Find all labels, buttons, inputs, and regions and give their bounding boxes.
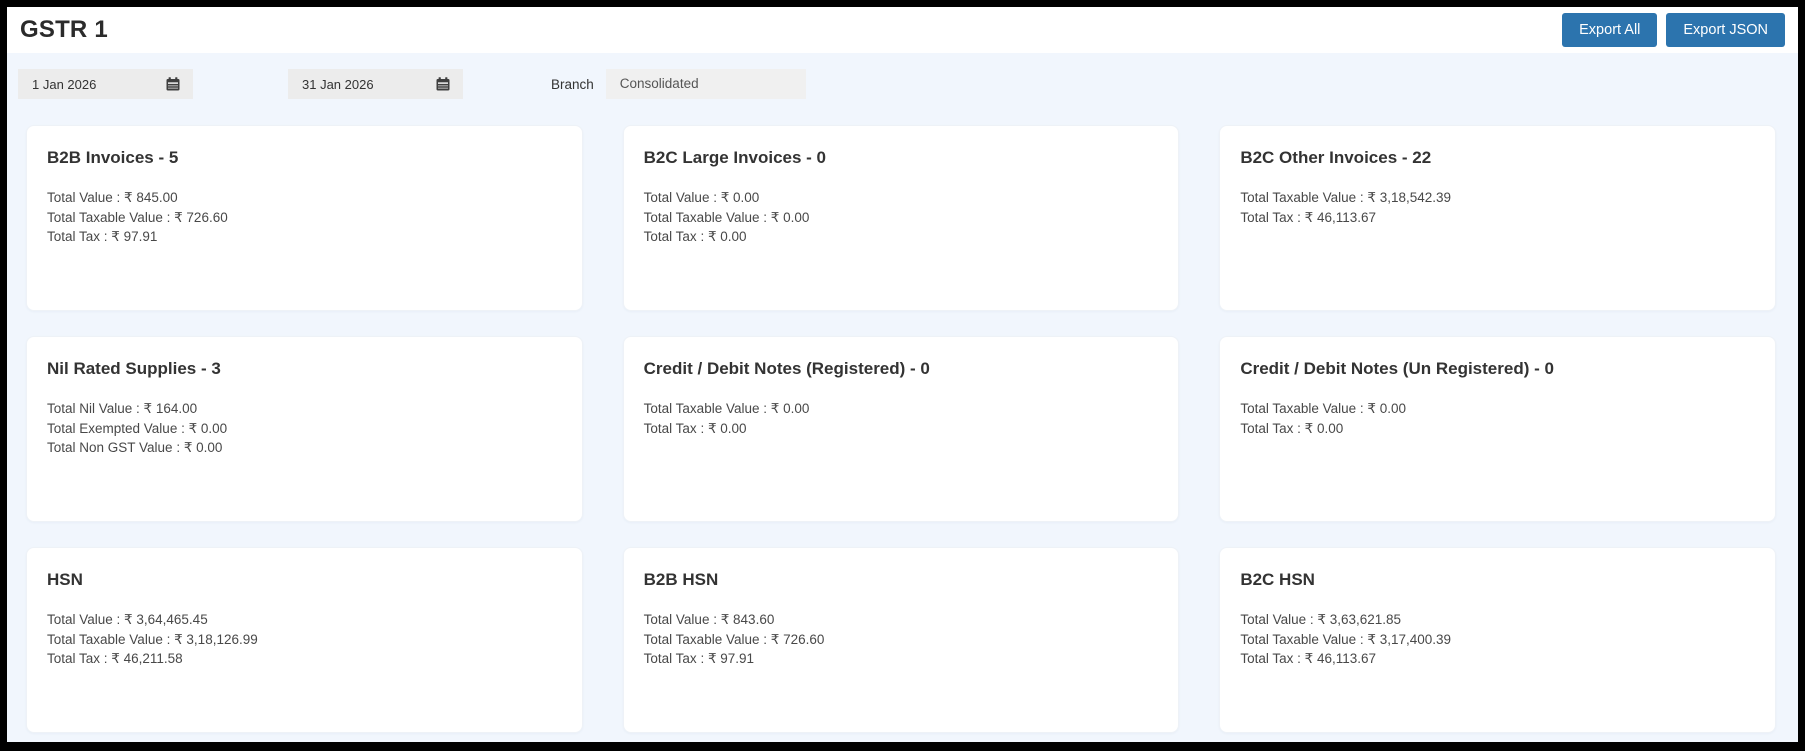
card-line: Total Taxable Value : ₹ 0.00 [643,209,810,225]
card-line: Total Taxable Value : ₹ 0.00 [1240,401,1407,416]
card-title: B2C HSN [1240,570,1315,589]
card-lines: Total Value : ₹ 0.00 Total Taxable Value … [644,188,1159,247]
card-line: Total Tax : ₹ 46,211.58 [47,651,183,667]
filter-bar: 1 Jan 2026 31 Jan 2026 Branch Consolidat… [7,53,1798,99]
card-line: Total Tax : ₹ 97.91 [47,229,158,245]
card-line: Total Taxable Value : ₹ 726.60 [47,209,228,225]
to-date-field[interactable]: 31 Jan 2026 [288,69,463,99]
card-title: Nil Rated Supplies - 3 [47,359,221,378]
summary-card[interactable]: B2C HSN Total Value : ₹ 3,63,621.85 Total… [1219,547,1776,733]
card-lines: Total Taxable Value : ₹ 3,18,542.39 Total… [1240,188,1755,227]
card-lines: Total Taxable Value : ₹ 0.00 Total Tax : … [644,399,1159,438]
card-line: Total Exempted Value : ₹ 0.00 [47,420,228,436]
card-line: Total Non GST Value : ₹ 0.00 [47,440,223,456]
card-line: Total Tax : ₹ 97.91 [643,651,755,667]
card-lines: Total Value : ₹ 3,63,621.85 Total Taxable… [1240,610,1755,669]
from-date-field[interactable]: 1 Jan 2026 [18,69,193,99]
from-date-value: 1 Jan 2026 [32,76,97,92]
card-line: Total Value : ₹ 843.60 [643,612,775,627]
card-title: B2C Other Invoices - 22 [1240,148,1432,167]
card-line: Total Taxable Value : ₹ 3,17,400.39 [1240,631,1452,647]
card-line: Total Taxable Value : ₹ 3,18,126.99 [47,631,258,647]
card-line: Total Tax : ₹ 46,113.67 [1240,209,1377,225]
summary-card[interactable]: B2C Other Invoices - 22 Total Taxable Va… [1219,125,1776,311]
summary-card[interactable]: B2B HSN Total Value : ₹ 843.60 Total Taxa… [622,547,1180,733]
card-line: Total Taxable Value : ₹ 726.60 [643,631,825,647]
gstr1-app: GSTR 1 Export All Export JSON 1 Jan 2026 [7,7,1798,742]
top-bar: GSTR 1 Export All Export JSON [7,7,1798,53]
export-all-button[interactable]: Export All [1562,13,1658,47]
summary-card[interactable]: Credit / Debit Notes (Registered) - 0 To… [622,336,1180,522]
card-title: B2C Large Invoices - 0 [643,148,826,167]
card-title: Credit / Debit Notes (Un Registered) - 0 [1240,359,1554,378]
branch-select[interactable]: Consolidated [605,69,806,99]
calendar-icon[interactable] [436,77,450,91]
branch-label: Branch [551,76,594,92]
app-frame: GSTR 1 Export All Export JSON 1 Jan 2026 [0,0,1805,751]
card-lines: Total Value : ₹ 845.00 Total Taxable Valu… [47,188,562,247]
summary-card[interactable]: B2B Invoices - 5 Total Value : ₹ 845.00 T… [26,125,583,311]
summary-card[interactable]: B2C Large Invoices - 0 Total Value : ₹ 0… [622,125,1180,311]
card-line: Total Nil Value : ₹ 164.00 [47,401,198,416]
card-lines: Total Value : ₹ 843.60 Total Taxable Valu… [644,610,1159,669]
card-line: Total Value : ₹ 3,64,465.45 [47,612,208,627]
card-line: Total Taxable Value : ₹ 3,18,542.39 [1240,190,1452,205]
card-line: Total Taxable Value : ₹ 0.00 [643,401,810,416]
card-title: Credit / Debit Notes (Registered) - 0 [643,359,930,378]
card-title: B2B HSN [643,570,719,589]
page-title: GSTR 1 [20,16,108,43]
export-json-button[interactable]: Export JSON [1666,13,1785,47]
summary-card[interactable]: HSN Total Value : ₹ 3,64,465.45 Total Tax… [26,547,583,733]
card-lines: Total Nil Value : ₹ 164.00 Total Exempted… [47,399,562,458]
card-title: B2B Invoices - 5 [47,148,179,167]
card-line: Total Tax : ₹ 46,113.67 [1240,651,1377,667]
card-line: Total Tax : ₹ 0.00 [643,229,747,245]
summary-card[interactable]: Credit / Debit Notes (Un Registered) - 0… [1219,336,1776,522]
card-line: Total Value : ₹ 845.00 [47,190,178,205]
card-lines: Total Value : ₹ 3,64,465.45 Total Taxable… [47,610,562,669]
card-title: HSN [47,570,83,589]
card-line: Total Value : ₹ 0.00 [643,190,760,205]
cards-grid: B2B Invoices - 5 Total Value : ₹ 845.00 T… [7,99,1798,733]
calendar-icon[interactable] [166,77,180,91]
card-lines: Total Taxable Value : ₹ 0.00 Total Tax : … [1240,399,1755,438]
content-area: 1 Jan 2026 31 Jan 2026 Branch Consolidat… [7,53,1798,742]
to-date-value: 31 Jan 2026 [302,76,374,92]
card-line: Total Tax : ₹ 0.00 [1240,420,1344,436]
card-line: Total Value : ₹ 3,63,621.85 [1240,612,1402,627]
summary-card[interactable]: Nil Rated Supplies - 3 Total Nil Value :… [26,336,583,522]
card-line: Total Tax : ₹ 0.00 [643,420,747,436]
